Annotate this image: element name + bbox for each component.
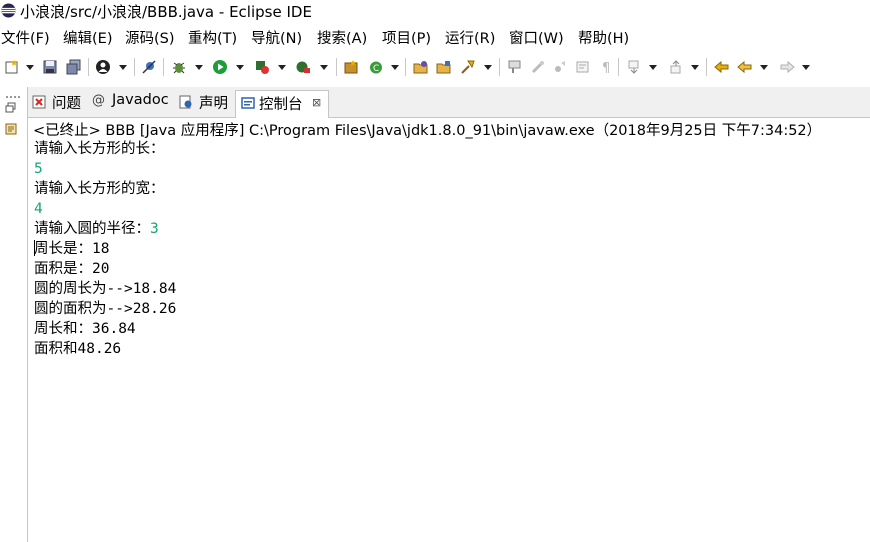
new-class-dropdown-icon[interactable]: [391, 65, 399, 70]
console-icon: [241, 97, 255, 109]
save-icon[interactable]: [42, 59, 58, 75]
new-java-package-icon[interactable]: [343, 59, 359, 75]
back-dropdown-icon[interactable]: [760, 65, 768, 70]
run-icon[interactable]: [212, 59, 228, 75]
console-line: 周长是：18: [34, 240, 110, 257]
console-view[interactable]: <已终止> BBB [Java 应用程序] C:\Program Files\J…: [28, 118, 870, 542]
run-dropdown-icon[interactable]: [236, 65, 244, 70]
svg-text:¶: ¶: [602, 61, 610, 75]
new-dropdown-icon[interactable]: [26, 65, 34, 70]
debug-dropdown-icon[interactable]: [195, 65, 203, 70]
search-icon[interactable]: [460, 59, 476, 75]
external-tools-icon[interactable]: [295, 59, 311, 75]
toggle-block-selection-icon[interactable]: [552, 59, 568, 75]
bottom-panel-tabs: 问题 @ Javadoc 声明 控制台 ⊠: [28, 87, 870, 118]
package-explorer-icon[interactable]: [5, 123, 17, 135]
forward-dropdown-icon[interactable]: [802, 65, 810, 70]
menu-run[interactable]: 运行(R): [445, 27, 495, 48]
menu-refactor[interactable]: 重构(T): [188, 27, 237, 48]
search-dropdown-icon[interactable]: [484, 65, 492, 70]
open-type-icon[interactable]: [413, 59, 429, 75]
next-annotation-icon[interactable]: [626, 59, 642, 75]
menu-bar: 文件(F) 编辑(E) 源码(S) 重构(T) 导航(N) 搜索(A) 项目(P…: [0, 24, 870, 48]
view-menu-icon[interactable]: [5, 94, 21, 100]
menu-window[interactable]: 窗口(W): [509, 27, 564, 48]
toolbar-separator: [618, 58, 619, 76]
toolbar-separator: [88, 58, 89, 76]
external-tools-dropdown-icon[interactable]: [320, 65, 328, 70]
tab-declaration[interactable]: 声明: [179, 92, 234, 114]
previous-annotation-dropdown-icon[interactable]: [691, 65, 699, 70]
profile-icon[interactable]: [95, 59, 111, 75]
menu-source[interactable]: 源码(S): [125, 27, 175, 48]
menu-help[interactable]: 帮助(H): [578, 27, 629, 48]
console-line: 请输入长方形的宽：: [34, 181, 165, 197]
menu-search[interactable]: 搜索(A): [317, 27, 367, 48]
last-edit-location-icon[interactable]: [714, 59, 730, 75]
coverage-dropdown-icon[interactable]: [278, 65, 286, 70]
tab-problems[interactable]: 问题: [32, 92, 87, 114]
at-icon: @: [92, 93, 105, 108]
eclipse-logo-icon: [1, 3, 16, 18]
show-whitespace-icon[interactable]: ¶: [598, 59, 614, 75]
toolbar-separator: [336, 58, 337, 76]
toolbar-separator: [499, 58, 500, 76]
svg-text:C: C: [373, 64, 379, 74]
toolbar-separator: [134, 58, 135, 76]
menu-edit[interactable]: 编辑(E): [63, 27, 112, 48]
console-line: 5: [34, 161, 43, 177]
back-icon[interactable]: [737, 59, 753, 75]
console-line: 面积和48.26: [34, 341, 122, 357]
menu-navigate[interactable]: 导航(N): [251, 27, 302, 48]
title-bar: 小浪浪/src/小浪浪/BBB.java - Eclipse IDE: [0, 0, 870, 22]
open-task-icon[interactable]: [436, 59, 452, 75]
new-java-class-icon[interactable]: C: [368, 59, 384, 75]
console-process-label: <已终止> BBB [Java 应用程序] C:\Program Files\J…: [33, 123, 822, 139]
console-line: 面积是：20: [34, 261, 110, 277]
minimized-view-bar: [0, 87, 28, 542]
console-line: 4: [34, 201, 43, 217]
toggle-ant-editor-icon[interactable]: [507, 59, 523, 75]
toolbar-separator: [163, 58, 164, 76]
menu-file[interactable]: 文件(F): [1, 27, 50, 48]
toolbar-separator: [405, 58, 406, 76]
coverage-icon[interactable]: [254, 59, 270, 75]
console-line: 请输入圆的半径：3: [34, 221, 159, 237]
close-icon[interactable]: ⊠: [312, 96, 321, 109]
toggle-mark-occurrences-icon[interactable]: [530, 59, 546, 75]
window-title: 小浪浪/src/小浪浪/BBB.java - Eclipse IDE: [20, 3, 312, 21]
declaration-icon: [179, 95, 192, 109]
menu-project[interactable]: 项目(P): [382, 27, 431, 48]
toolbar-separator: [706, 58, 707, 76]
console-line: 周长和：36.84: [34, 321, 136, 337]
restore-icon[interactable]: [5, 102, 17, 114]
main-toolbar: C ¶: [0, 52, 870, 82]
previous-annotation-icon[interactable]: [668, 59, 684, 75]
new-icon[interactable]: [4, 59, 20, 75]
tab-javadoc[interactable]: @ Javadoc: [92, 92, 172, 114]
tab-console[interactable]: 控制台 ⊠: [235, 90, 329, 118]
skip-breakpoints-icon[interactable]: [141, 59, 157, 75]
toggle-word-wrap-icon[interactable]: [575, 59, 591, 75]
console-line: 圆的面积为-->28.26: [34, 301, 177, 317]
next-annotation-dropdown-icon[interactable]: [649, 65, 657, 70]
console-output[interactable]: 请输入长方形的长： 5 请输入长方形的宽： 4 请输入圆的半径：3 周长是：18…: [34, 139, 176, 359]
debug-icon[interactable]: [171, 59, 187, 75]
profile-dropdown-icon[interactable]: [119, 65, 127, 70]
forward-icon[interactable]: [779, 59, 795, 75]
problems-icon: [32, 95, 46, 109]
save-all-icon[interactable]: [66, 59, 82, 75]
console-line: 请输入长方形的长：: [34, 141, 165, 157]
console-line: 圆的周长为-->18.84: [34, 281, 177, 297]
